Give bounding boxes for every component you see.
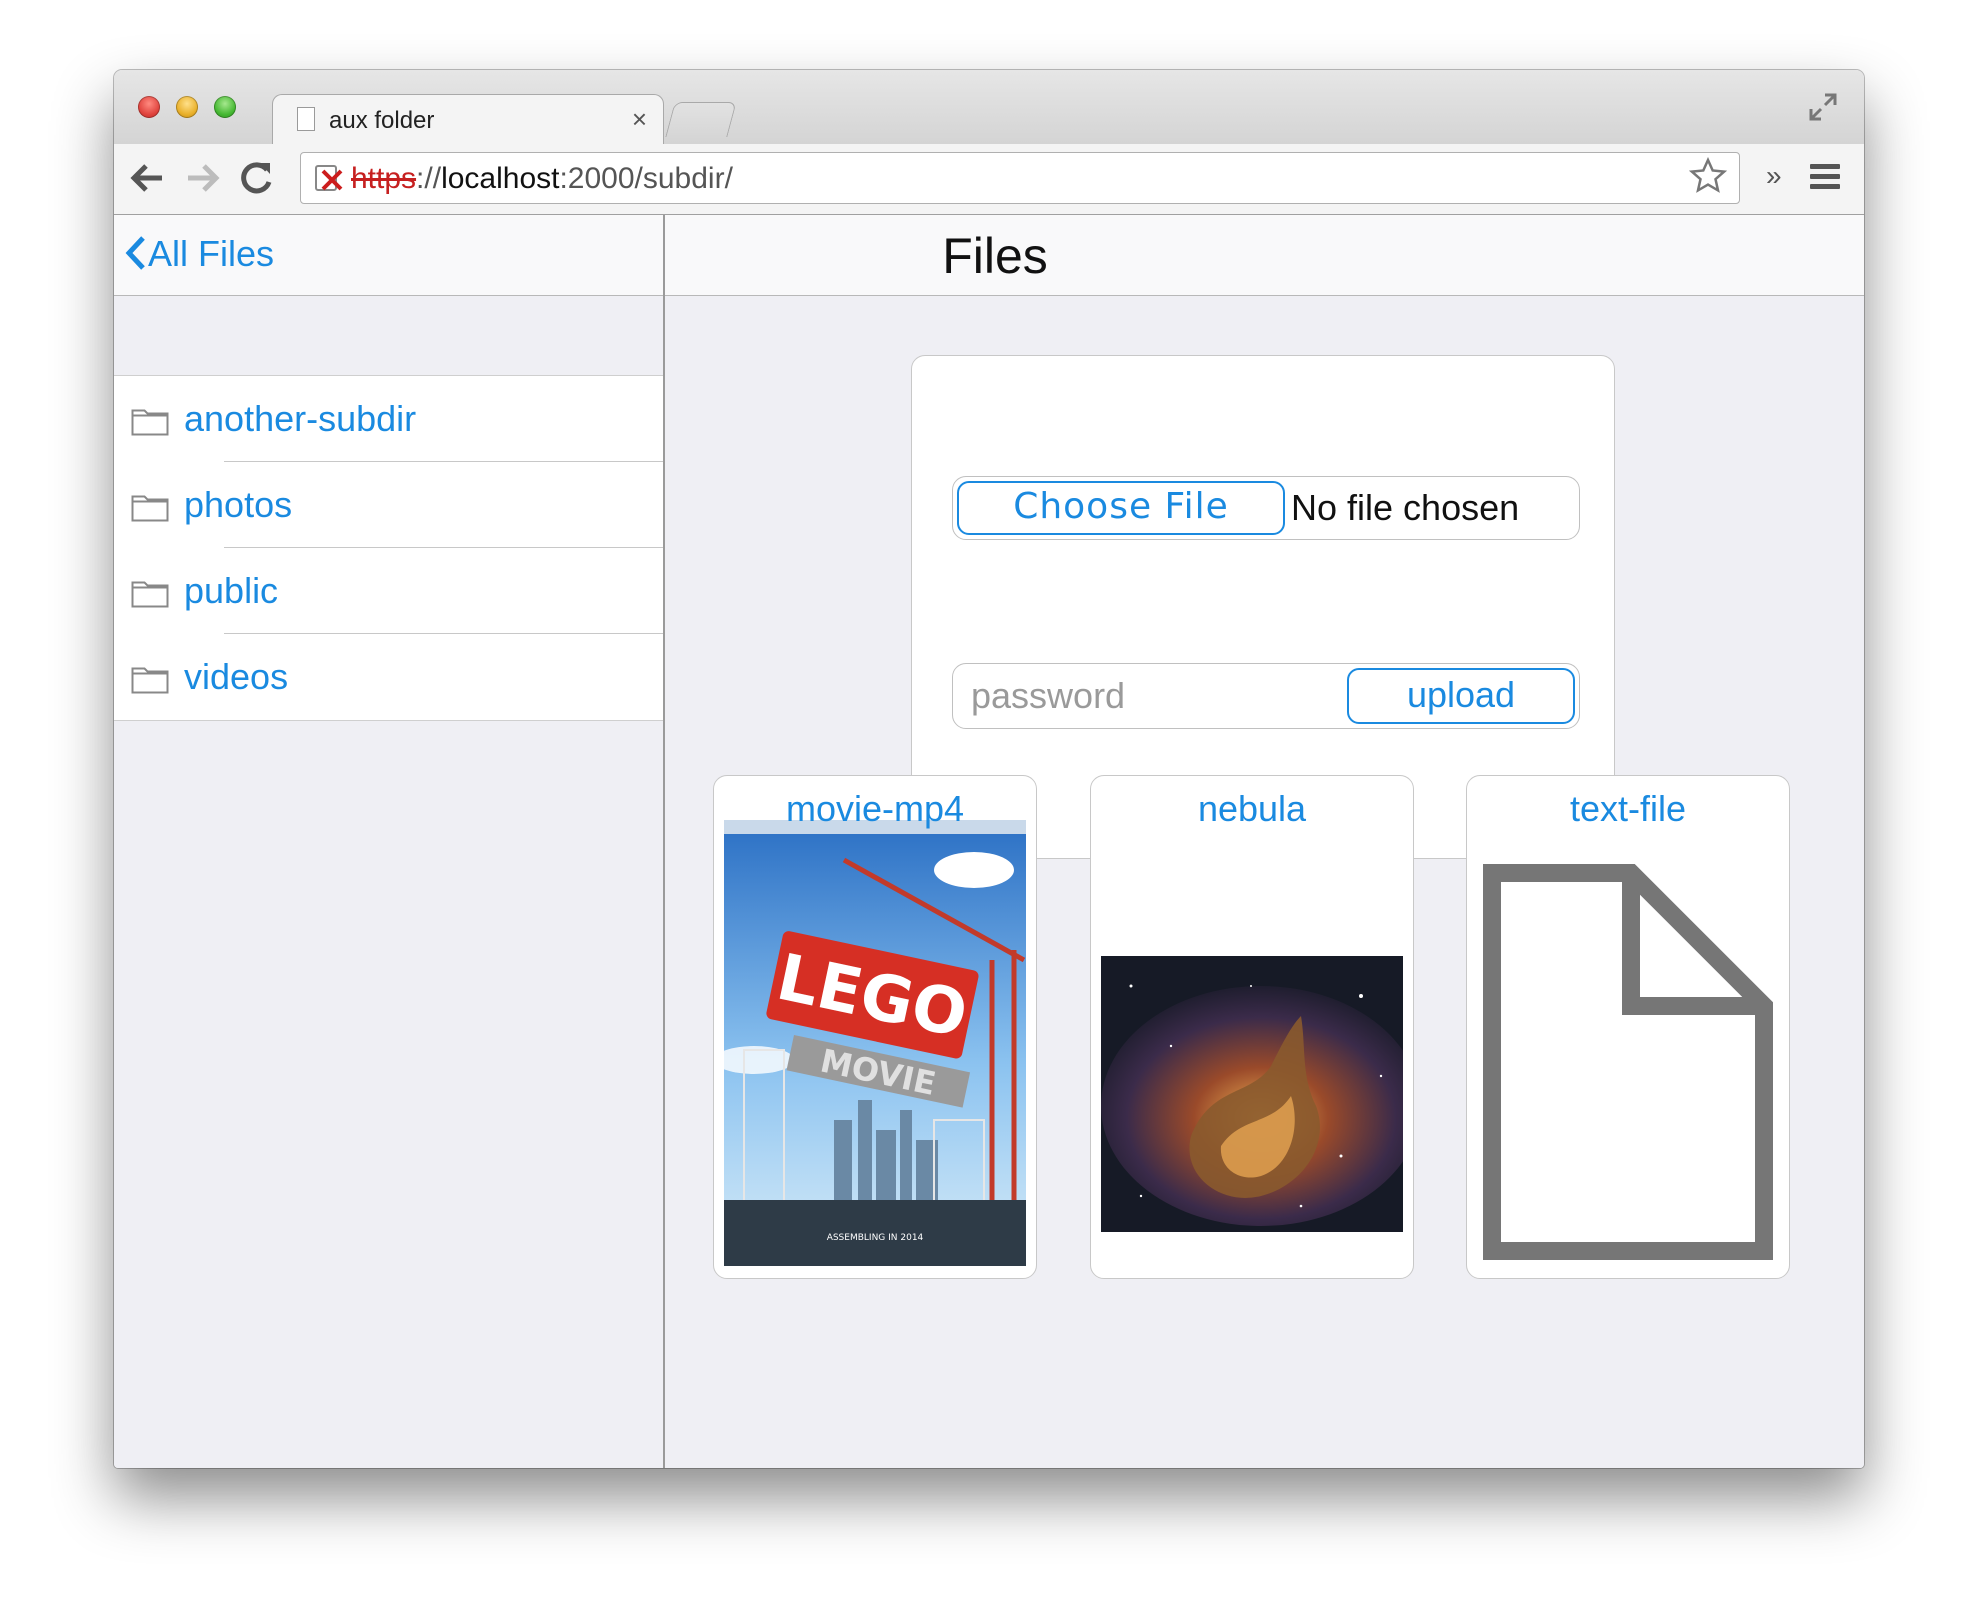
url-text: https://localhost:2000/subdir/ <box>351 162 733 196</box>
url-host: localhost <box>441 162 560 195</box>
document-icon <box>1483 864 1773 1260</box>
svg-text:ASSEMBLING IN 2014: ASSEMBLING IN 2014 <box>827 1233 924 1243</box>
main-panel: Files Choose File No file chosen upload <box>665 215 1864 1468</box>
star-icon[interactable] <box>1688 156 1728 205</box>
main-header: Files <box>665 215 1864 296</box>
folder-label: videos <box>184 656 289 697</box>
upload-button[interactable]: upload <box>1347 668 1575 724</box>
folder-icon <box>131 581 169 608</box>
folder-item-photos[interactable]: photos <box>114 462 663 548</box>
page-icon <box>297 107 315 131</box>
back-arrow-icon[interactable] <box>128 154 168 213</box>
url-scheme: https <box>351 162 417 195</box>
page-title: Files <box>942 228 1048 284</box>
all-files-back-link[interactable]: All Files <box>124 233 274 275</box>
fullscreen-icon[interactable] <box>1808 92 1838 122</box>
file-card-nebula[interactable]: nebula <box>1090 775 1414 1279</box>
new-tab-button[interactable] <box>665 102 737 137</box>
folder-icon <box>131 409 169 436</box>
folder-icon <box>131 667 169 694</box>
sidebar: All Files another-subdir photos public v… <box>114 215 665 1468</box>
address-bar[interactable]: https://localhost:2000/subdir/ <box>300 152 1740 204</box>
folder-list: another-subdir photos public videos <box>114 375 663 721</box>
forward-arrow-icon[interactable] <box>182 154 222 213</box>
close-window-button[interactable] <box>138 96 160 118</box>
insecure-x-icon <box>321 169 343 191</box>
folder-item-another-subdir[interactable]: another-subdir <box>114 376 663 462</box>
minimize-window-button[interactable] <box>176 96 198 118</box>
zoom-window-button[interactable] <box>214 96 236 118</box>
folder-icon <box>131 495 169 522</box>
nebula-thumbnail <box>1101 956 1403 1232</box>
file-input[interactable]: Choose File No file chosen <box>952 476 1580 540</box>
tab-strip: aux folder × <box>114 70 1864 147</box>
folder-label: public <box>184 570 279 611</box>
folder-item-public[interactable]: public <box>114 548 663 634</box>
password-row: upload <box>952 663 1580 729</box>
choose-file-button[interactable]: Choose File <box>957 481 1285 535</box>
browser-window: aux folder × https://localhost:2000/subd… <box>114 70 1864 1468</box>
menu-icon[interactable] <box>1810 164 1840 194</box>
no-file-chosen-label: No file chosen <box>1291 487 1520 528</box>
extensions-overflow-button[interactable]: » <box>1766 160 1782 192</box>
file-card-label: nebula <box>1197 788 1307 829</box>
browser-toolbar: https://localhost:2000/subdir/ » <box>114 144 1864 215</box>
file-card-label: text-file <box>1569 788 1687 829</box>
tab-close-icon[interactable]: × <box>632 104 647 135</box>
reload-icon[interactable] <box>236 154 276 213</box>
tab-title: aux folder <box>329 107 435 134</box>
url-path: :2000/subdir/ <box>559 162 733 195</box>
chevron-left-icon <box>125 236 145 270</box>
password-input[interactable] <box>961 670 1361 722</box>
movie-poster-thumbnail: LEGO MOVIE ASSEMBLING IN 2014 <box>724 820 1026 1266</box>
folder-item-videos[interactable]: videos <box>114 634 663 720</box>
back-link-label: All Files <box>148 233 275 274</box>
file-card-text-file[interactable]: text-file <box>1466 775 1790 1279</box>
page-content: All Files another-subdir photos public v… <box>114 215 1864 1468</box>
folder-label: another-subdir <box>184 398 417 439</box>
sidebar-header: All Files <box>114 215 663 296</box>
file-card-movie-mp4[interactable]: LEGO MOVIE ASSEMBLING IN 2014 movie-mp4 <box>713 775 1037 1279</box>
folder-label: photos <box>184 484 293 525</box>
tab-aux-folder[interactable]: aux folder × <box>272 94 664 147</box>
file-card-label: movie-mp4 <box>785 788 965 829</box>
url-separator: :// <box>416 162 442 195</box>
